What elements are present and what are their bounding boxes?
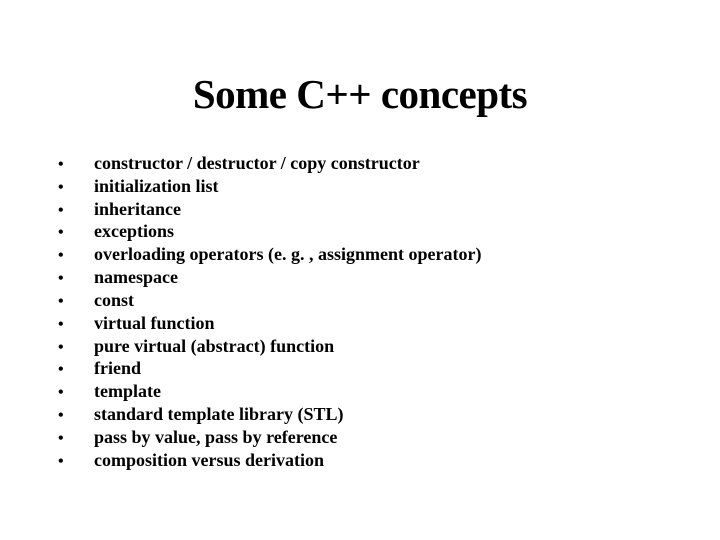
page-title: Some C++ concepts (48, 70, 672, 118)
list-item: • pass by value, pass by reference (48, 426, 672, 449)
bullet-icon: • (48, 338, 94, 358)
list-item: • composition versus derivation (48, 449, 672, 472)
bullet-icon: • (48, 201, 94, 221)
bullet-icon: • (48, 223, 94, 243)
item-text: composition versus derivation (94, 449, 672, 471)
bullet-icon: • (48, 429, 94, 449)
bullet-icon: • (48, 178, 94, 198)
bullet-icon: • (48, 315, 94, 335)
list-item: • namespace (48, 266, 672, 289)
item-text: initialization list (94, 175, 672, 197)
bullet-icon: • (48, 292, 94, 312)
bullet-icon: • (48, 383, 94, 403)
list-item: • virtual function (48, 312, 672, 335)
item-text: exceptions (94, 220, 672, 242)
bullet-icon: • (48, 269, 94, 289)
item-text: constructor / destructor / copy construc… (94, 152, 672, 174)
bullet-icon: • (48, 406, 94, 426)
list-item: • initialization list (48, 175, 672, 198)
list-item: • const (48, 289, 672, 312)
list-item: • template (48, 380, 672, 403)
item-text: virtual function (94, 312, 672, 334)
item-text: overloading operators (e. g. , assignmen… (94, 243, 672, 265)
list-item: • overloading operators (e. g. , assignm… (48, 243, 672, 266)
item-text: template (94, 380, 672, 402)
list-item: • exceptions (48, 220, 672, 243)
item-text: inheritance (94, 198, 672, 220)
item-text: friend (94, 357, 672, 379)
bullet-icon: • (48, 246, 94, 266)
list-item: • constructor / destructor / copy constr… (48, 152, 672, 175)
item-text: pass by value, pass by reference (94, 426, 672, 448)
bullet-icon: • (48, 155, 94, 175)
bullet-icon: • (48, 360, 94, 380)
list-item: • standard template library (STL) (48, 403, 672, 426)
item-text: const (94, 289, 672, 311)
concepts-list: • constructor / destructor / copy constr… (48, 152, 672, 472)
item-text: pure virtual (abstract) function (94, 335, 672, 357)
list-item: • inheritance (48, 198, 672, 221)
list-item: • friend (48, 357, 672, 380)
item-text: standard template library (STL) (94, 403, 672, 425)
bullet-icon: • (48, 452, 94, 472)
item-text: namespace (94, 266, 672, 288)
list-item: • pure virtual (abstract) function (48, 335, 672, 358)
